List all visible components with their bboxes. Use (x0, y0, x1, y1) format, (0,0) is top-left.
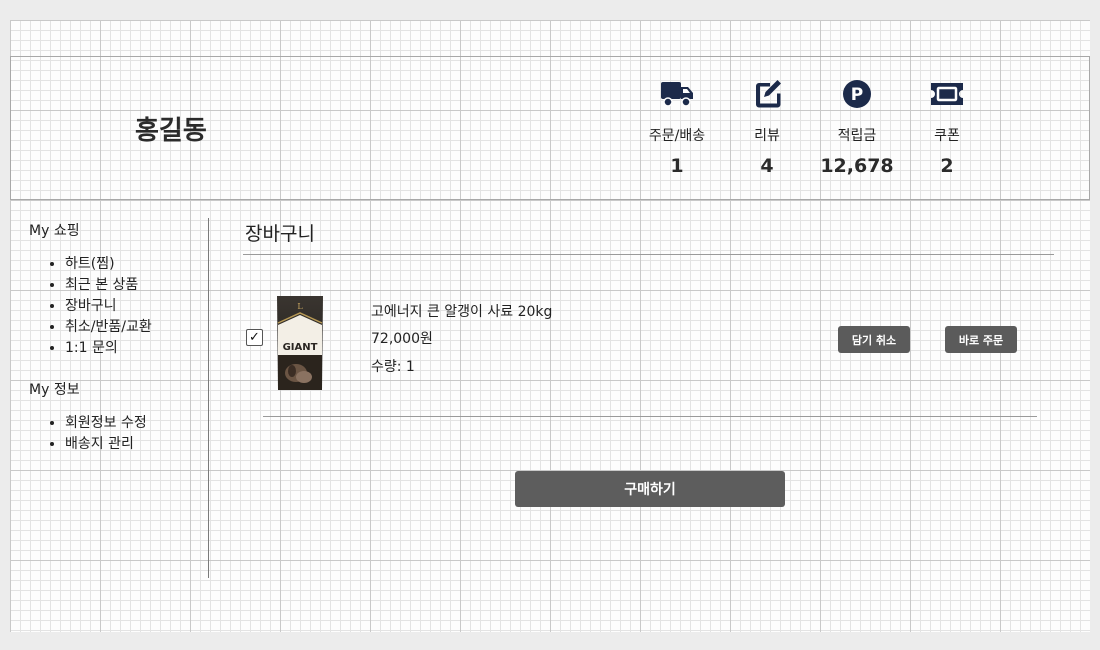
stat-points-label: 적립금 (837, 128, 877, 144)
svg-text:P: P (851, 85, 863, 105)
sidebar: My 쇼핑 하트(찜) 최근 본 상품 장바구니 취소/반품/교환 1:1 문의… (29, 220, 209, 455)
sidebar-item-hearts[interactable]: 하트(찜) (65, 254, 209, 275)
truck-icon (637, 77, 717, 111)
stat-orders-label: 주문/배송 (648, 128, 706, 144)
sidebar-item-addresses[interactable]: 배송지 관리 (65, 434, 209, 455)
sidebar-item-inquiry[interactable]: 1:1 문의 (65, 338, 209, 359)
stat-reviews-value: 4 (760, 155, 774, 177)
point-icon: P (817, 77, 897, 111)
stat-points-value: 12,678 (820, 155, 894, 177)
sidebar-item-cart[interactable]: 장바구니 (65, 296, 209, 317)
cart-title: 장바구니 (245, 223, 315, 245)
sidebar-info-list: 회원정보 수정 배송지 관리 (29, 413, 209, 455)
sidebar-item-edit-profile[interactable]: 회원정보 수정 (65, 413, 209, 434)
purchase-button[interactable]: 구매하기 (515, 471, 785, 507)
sidebar-item-recent[interactable]: 최근 본 상품 (65, 275, 209, 296)
stat-coupons-label: 쿠폰 (934, 128, 960, 144)
product-name[interactable]: 고에너지 큰 알갱이 사료 20kg (371, 301, 552, 321)
stat-reviews[interactable]: 리뷰 4 (727, 77, 807, 177)
ticket-icon (907, 77, 987, 111)
sidebar-shopping-list: 하트(찜) 최근 본 상품 장바구니 취소/반품/교환 1:1 문의 (29, 254, 209, 359)
order-now-button[interactable]: 바로 주문 (945, 326, 1017, 353)
product-image: L GIANT (274, 293, 326, 393)
cart-item-checkbox[interactable]: ✓ (246, 329, 263, 346)
stat-orders-value: 1 (670, 155, 684, 177)
product-image-label: GIANT (283, 342, 318, 353)
page: 홍길동 주문/배송 1 리뷰 4 P 적립금 12,678 쿠폰 2 My 쇼핑… (10, 20, 1090, 632)
edit-icon (727, 77, 807, 111)
profile-header: 홍길동 주문/배송 1 리뷰 4 P 적립금 12,678 쿠폰 2 (10, 56, 1090, 200)
cart-title-divider (243, 254, 1054, 255)
stat-orders[interactable]: 주문/배송 1 (637, 77, 717, 177)
remove-from-cart-button[interactable]: 담기 취소 (838, 326, 910, 353)
product-price: 72,000원 (371, 331, 433, 347)
stat-points[interactable]: P 적립금 12,678 (817, 77, 897, 177)
svg-text:L: L (297, 302, 303, 311)
cart-item-divider (263, 416, 1037, 417)
sidebar-divider (208, 218, 209, 578)
sidebar-title-shopping: My 쇼핑 (29, 223, 80, 239)
sidebar-title-info: My 정보 (29, 382, 80, 398)
user-name: 홍길동 (135, 116, 207, 146)
product-quantity: 수량: 1 (371, 359, 415, 375)
stat-coupons-value: 2 (940, 155, 954, 177)
stat-reviews-label: 리뷰 (754, 128, 780, 144)
sidebar-item-returns[interactable]: 취소/반품/교환 (65, 317, 209, 338)
stat-coupons[interactable]: 쿠폰 2 (907, 77, 987, 177)
